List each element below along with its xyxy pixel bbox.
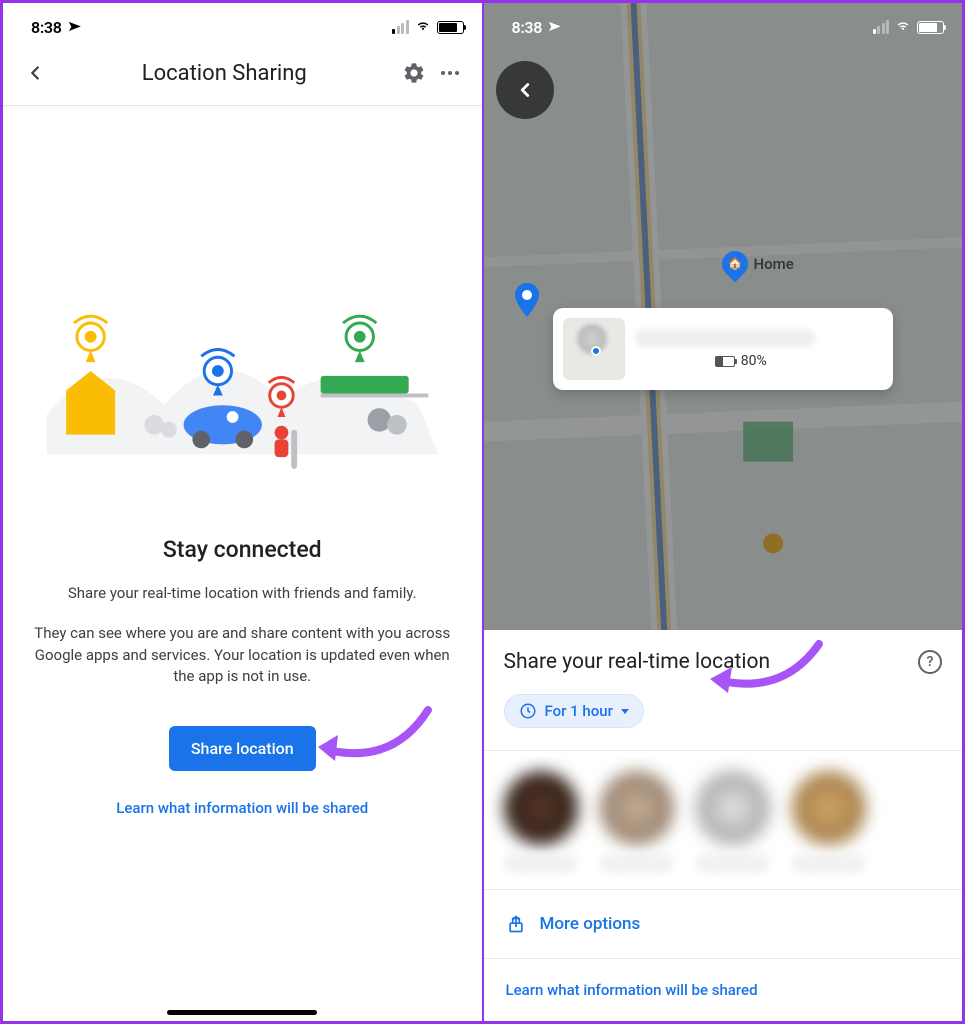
wifi-icon: [894, 16, 912, 38]
share-sheet: Share your real-time location ? For 1 ho…: [484, 630, 963, 1021]
share-icon: [506, 914, 526, 934]
cellular-signal-icon: [392, 20, 409, 34]
location-info-card[interactable]: 80%: [553, 308, 893, 390]
more-options-label: More options: [540, 914, 641, 934]
status-time: 8:38: [31, 18, 80, 37]
sheet-title: Share your real-time location: [504, 650, 771, 674]
status-bar: 8:38: [484, 3, 963, 47]
overflow-menu-button[interactable]: [432, 55, 468, 91]
cellular-signal-icon: [873, 20, 890, 34]
battery-icon: [715, 356, 735, 367]
back-button[interactable]: [496, 61, 554, 119]
time-text: 8:38: [512, 18, 543, 37]
home-pin-label: Home: [754, 255, 794, 273]
battery-status: 80%: [715, 353, 883, 369]
learn-more-link[interactable]: Learn what information will be shared: [31, 799, 454, 817]
contact-item[interactable]: [600, 771, 674, 873]
dropdown-icon: [621, 709, 629, 714]
status-time: 8:38: [512, 18, 561, 37]
subtitle-2: They can see where you are and share con…: [31, 623, 454, 688]
illustration: [3, 226, 482, 526]
divider: [484, 958, 963, 959]
header: Location Sharing: [3, 47, 482, 106]
location-arrow-icon: [546, 18, 560, 37]
heading: Stay connected: [31, 536, 454, 563]
page-title: Location Sharing: [53, 61, 396, 86]
battery-icon: [437, 21, 464, 34]
duration-chip-label: For 1 hour: [545, 702, 613, 720]
location-sharing-intro-screen: 8:38 Location Sharing: [0, 0, 483, 1024]
learn-more-link[interactable]: Learn what information will be shared: [484, 965, 963, 1021]
map-pin-icon: [514, 283, 540, 319]
wifi-icon: [414, 16, 432, 38]
battery-percent: 80%: [741, 353, 767, 369]
home-indicator: [167, 1010, 317, 1015]
duration-chip[interactable]: For 1 hour: [504, 694, 644, 728]
back-button[interactable]: [17, 55, 53, 91]
divider: [484, 750, 963, 751]
battery-icon: [917, 21, 944, 34]
help-button[interactable]: ?: [918, 650, 942, 674]
contact-item[interactable]: [696, 771, 770, 873]
contacts-row: [484, 757, 963, 883]
home-pin-icon: 🏠: [716, 246, 753, 283]
status-icons: [392, 16, 464, 38]
time-text: 8:38: [31, 18, 62, 37]
more-options-button[interactable]: More options: [484, 896, 963, 952]
clock-icon: [519, 702, 537, 720]
divider: [484, 889, 963, 890]
status-icons: [873, 16, 945, 38]
content: Stay connected Share your real-time loca…: [3, 536, 482, 817]
subtitle-1: Share your real-time location with frien…: [31, 583, 454, 605]
status-bar: 8:38: [3, 3, 482, 47]
map-thumbnail: [563, 318, 625, 380]
location-arrow-icon: [66, 18, 80, 37]
contact-item[interactable]: [504, 771, 578, 873]
share-location-button[interactable]: Share location: [169, 726, 316, 771]
share-duration-screen: 8:38 🏠 Home: [483, 0, 965, 1024]
redacted-name: [635, 329, 815, 347]
home-pin[interactable]: 🏠 Home: [722, 251, 794, 277]
settings-button[interactable]: [396, 55, 432, 91]
contact-item[interactable]: [792, 771, 866, 873]
